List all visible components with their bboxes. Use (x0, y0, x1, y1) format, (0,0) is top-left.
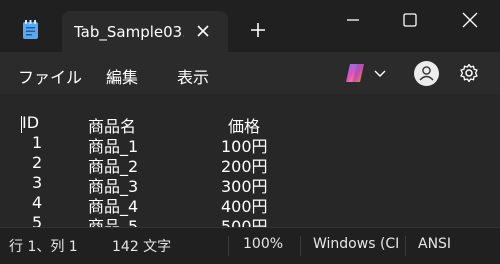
account-icon[interactable] (414, 61, 439, 86)
column-id: ID (22, 113, 40, 132)
close-icon[interactable] (450, 10, 490, 30)
text-line: 3 商品_3 300円 (0, 173, 500, 196)
maximize-icon[interactable] (390, 10, 430, 30)
title-bar: Tab_Sample03.txt (0, 0, 500, 53)
status-cursor-position: 行 1、列 1 (9, 239, 78, 255)
status-bar: 行 1、列 1 142 文字 100% Windows (CRLF) ANSI (0, 227, 500, 264)
text-line-header: ID 商品名 価格 (0, 113, 500, 136)
status-divider (228, 236, 229, 256)
row-id: 1 (32, 133, 43, 152)
minimize-icon[interactable] (333, 10, 373, 30)
text-line: 2 商品_2 200円 (0, 153, 500, 176)
status-char-count: 142 文字 (112, 239, 172, 255)
close-icon[interactable] (194, 22, 212, 40)
menu-view[interactable]: 表示 (177, 64, 209, 88)
text-line: 1 商品_1 100円 (0, 133, 500, 156)
menu-file[interactable]: ファイル (18, 64, 82, 88)
status-encoding[interactable]: ANSI (418, 236, 451, 252)
plus-icon[interactable] (248, 20, 268, 40)
menu-edit[interactable]: 編集 (106, 64, 138, 88)
gear-icon[interactable] (459, 63, 479, 83)
row-name: 商品_5 (88, 217, 139, 227)
status-divider (300, 236, 301, 256)
status-line-ending[interactable]: Windows (CRLF) (313, 236, 398, 252)
tab-document[interactable]: Tab_Sample03.txt (62, 11, 228, 53)
row-id: 5 (32, 213, 43, 227)
chevron-down-icon[interactable] (374, 68, 386, 78)
row-id: 2 (32, 153, 43, 172)
text-editor[interactable]: ID 商品名 価格 1 商品_1 100円 2 商品_2 200円 3 商品_3… (0, 94, 500, 227)
tab-title: Tab_Sample03.txt (74, 23, 184, 41)
row-id: 4 (32, 193, 43, 212)
status-divider (405, 236, 406, 256)
menu-bar: ファイル 編集 表示 (0, 52, 500, 94)
row-price: 500円 (221, 217, 268, 227)
text-line: 4 商品_4 400円 (0, 193, 500, 216)
text-line: 5 商品_5 500円 (0, 213, 500, 227)
notepad-icon (23, 20, 38, 39)
row-id: 3 (32, 173, 43, 192)
status-zoom[interactable]: 100% (243, 236, 283, 252)
copilot-icon[interactable] (343, 61, 367, 85)
